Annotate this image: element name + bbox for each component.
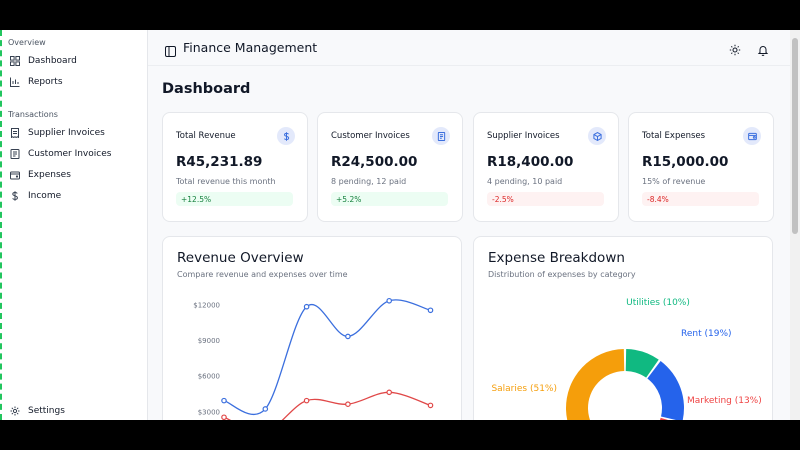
grid-icon <box>10 56 20 66</box>
wallet-icon <box>743 127 761 145</box>
data-point[interactable] <box>303 303 310 310</box>
scrollbar[interactable] <box>790 30 800 420</box>
card-value: R45,231.89 <box>176 154 263 170</box>
box-icon <box>588 127 606 145</box>
card-subtitle: 15% of revenue <box>642 177 706 186</box>
donut-slice[interactable] <box>566 349 628 420</box>
receipt-icon <box>10 128 20 138</box>
data-point[interactable] <box>221 414 227 420</box>
revenue-overview-panel: Revenue Overview Compare revenue and exp… <box>162 236 462 420</box>
sidebar-item-label: Dashboard <box>28 56 77 66</box>
data-point[interactable] <box>386 389 393 396</box>
data-point[interactable] <box>221 397 227 404</box>
scrollbar-thumb[interactable] <box>792 38 798 234</box>
donut-slice[interactable] <box>647 360 684 420</box>
card-value: R15,000.00 <box>642 154 729 170</box>
sidebar-item-label: Income <box>28 191 62 201</box>
settings-icon <box>10 406 20 416</box>
stat-card-supplier-invoices: Supplier Invoices R18,400.00 4 pending, … <box>473 112 619 222</box>
card-title: Total Revenue <box>176 131 236 141</box>
expense-donut-chart: Salaries (51%) Utilities (10%) Rent (19%) M… <box>491 298 762 420</box>
wallet-icon <box>10 170 20 180</box>
data-point[interactable] <box>427 307 434 314</box>
dollar-icon <box>10 191 20 201</box>
card-title: Total Expenses <box>642 131 706 141</box>
slice-label: Rent (19%) <box>681 329 732 339</box>
sidebar-item-label: Settings <box>28 406 65 416</box>
page-title: Dashboard <box>162 81 251 97</box>
y-tick-label: $9000 <box>198 337 220 345</box>
bell-icon[interactable] <box>757 41 769 56</box>
expense-breakdown-panel: Expense Breakdown Distribution of expens… <box>473 236 773 420</box>
y-tick-label: $6000 <box>198 373 220 381</box>
y-tick-label: $12000 <box>193 301 220 309</box>
sidebar-item-reports[interactable]: Reports <box>10 73 140 91</box>
slice-label: Marketing (13%) <box>687 396 762 406</box>
invoice-icon <box>432 127 450 145</box>
sidebar-item-dashboard[interactable]: Dashboard <box>10 52 140 70</box>
sidebar-item-supplier-invoices[interactable]: Supplier Invoices <box>10 124 140 142</box>
card-subtitle: 4 pending, 10 paid <box>487 177 563 186</box>
data-point[interactable] <box>262 406 269 412</box>
trend-badge: +12.5% <box>176 192 293 206</box>
sidebar-item-label: Reports <box>28 77 63 87</box>
app-window: Overview Dashboard Reports Transactions … <box>0 30 800 420</box>
data-point[interactable] <box>386 297 393 304</box>
sidebar-item-expenses[interactable]: Expenses <box>10 166 140 184</box>
sidebar-item-settings[interactable]: Settings <box>10 402 140 420</box>
section-label-overview: Overview <box>8 38 46 47</box>
invoice-icon <box>10 149 20 159</box>
card-subtitle: Total revenue this month <box>176 177 276 186</box>
sidebar: Overview Dashboard Reports Transactions … <box>0 30 148 420</box>
card-title: Supplier Invoices <box>487 131 560 141</box>
sidebar-item-label: Expenses <box>28 170 71 180</box>
sidebar-item-label: Customer Invoices <box>28 149 112 159</box>
app-title: Finance Management <box>183 40 318 55</box>
sidebar-item-customer-invoices[interactable]: Customer Invoices <box>10 145 140 163</box>
y-tick-label: $3000 <box>198 408 220 416</box>
card-value: R24,500.00 <box>331 154 418 170</box>
revenue-line-chart: $12000 $9000 $6000 $3000 <box>193 297 434 420</box>
card-value: R18,400.00 <box>487 154 574 170</box>
stat-card-total-revenue: Total Revenue R45,231.89 Total revenue t… <box>162 112 308 222</box>
section-label-transactions: Transactions <box>8 110 58 119</box>
data-point[interactable] <box>345 333 351 340</box>
trend-badge: +5.2% <box>331 192 448 206</box>
trend-badge: -8.4% <box>642 192 759 206</box>
series-line <box>223 391 431 420</box>
sidebar-item-income[interactable]: Income <box>10 187 140 205</box>
slice-label: Salaries (51%) <box>491 384 557 394</box>
slice-label: Utilities (10%) <box>626 298 690 308</box>
data-point[interactable] <box>345 401 351 408</box>
top-header: Finance Management <box>148 30 790 66</box>
trend-badge: -2.5% <box>487 192 604 206</box>
card-subtitle: 8 pending, 12 paid <box>331 177 407 186</box>
sidebar-toggle-icon[interactable] <box>165 42 176 57</box>
frame-edge <box>0 30 2 420</box>
bar-chart-icon <box>10 77 20 87</box>
card-title: Customer Invoices <box>331 131 410 141</box>
data-point[interactable] <box>303 397 310 404</box>
stat-card-total-expenses: Total Expenses R15,000.00 15% of revenue… <box>628 112 774 222</box>
dollar-icon <box>277 127 295 145</box>
series-line <box>223 299 431 416</box>
data-point[interactable] <box>427 402 434 409</box>
sidebar-item-label: Supplier Invoices <box>28 128 105 138</box>
stat-card-customer-invoices: Customer Invoices R24,500.00 8 pending, … <box>317 112 463 222</box>
sun-icon[interactable] <box>729 41 741 56</box>
